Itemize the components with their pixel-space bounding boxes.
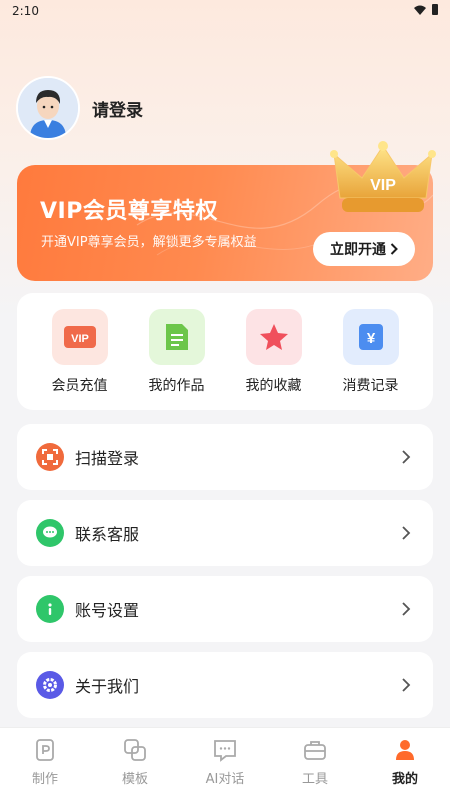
tab-mine[interactable]: 我的 [360,728,450,800]
menu-label: 关于我们 [75,677,140,696]
profile-header[interactable]: 请登录 [16,76,143,140]
toolbox-icon [304,741,326,760]
chevron-right-icon [402,678,411,692]
tab-ai-chat[interactable]: AI对话 [180,728,270,800]
yuan-receipt-icon: ¥ [342,309,399,365]
create-icon [36,739,54,761]
wifi-icon [414,5,426,15]
tab-create[interactable]: 制作 [0,728,90,800]
activate-vip-label: 立即开通 [330,242,386,258]
login-prompt[interactable]: 请登录 [92,96,143,121]
avatar[interactable] [16,76,80,140]
chat-icon [36,519,64,547]
tab-label: AI对话 [205,772,245,787]
menu-item-account-settings[interactable]: 账号设置 [17,576,433,642]
quick-action-spending[interactable]: ¥ 消费记录 [326,293,416,410]
quick-action-my-works[interactable]: 我的作品 [132,293,222,410]
quick-action-favorites[interactable]: 我的收藏 [229,293,319,410]
bottom-tab-bar: 制作 模板 AI对话 工具 我的 [0,727,450,800]
menu-item-scan-login[interactable]: 扫描登录 [17,424,433,490]
vip-subtitle: 开通VIP尊享会员，解锁更多专属权益 [41,235,257,250]
gear-icon [36,671,64,699]
svg-text:¥: ¥ [366,330,375,347]
status-bar: 2:10 [0,0,450,22]
quick-action-vip-recharge[interactable]: VIP 会员充值 [35,293,125,410]
chevron-right-icon [402,526,411,540]
tab-label: 模板 [121,772,148,787]
svg-text:VIP: VIP [71,333,89,345]
status-time: 2:10 [12,4,39,18]
template-icon [124,739,146,761]
menu-label: 扫描登录 [75,449,140,468]
vip-title: VIP会员尊享特权 [40,199,218,224]
quick-action-label: 我的收藏 [245,378,302,394]
tab-label: 工具 [301,772,328,787]
chevron-right-icon [402,602,411,616]
quick-action-label: 消费记录 [342,378,399,394]
profile-icon [396,740,414,760]
chevron-right-icon [402,450,411,464]
battery-icon [432,4,438,15]
crown-badge-text: VIP [370,177,396,194]
menu-item-about-us[interactable]: 关于我们 [17,652,433,718]
ai-chat-icon [214,740,236,762]
avatar-icon [18,78,78,138]
vip-card-icon: VIP [51,309,108,365]
menu-item-customer-service[interactable]: 联系客服 [17,500,433,566]
tab-tools[interactable]: 工具 [270,728,360,800]
menu-label: 联系客服 [75,525,140,544]
status-icons [414,4,438,15]
tab-label: 制作 [31,772,58,787]
scan-icon [36,443,64,471]
chevron-right-icon [390,243,398,255]
star-icon [245,309,302,365]
document-icon [148,309,205,365]
tab-label: 我的 [391,772,418,787]
crown-icon: VIP [330,141,436,212]
quick-actions: VIP 会员充值 我的作品 我的收藏 ¥ 消费记录 [17,293,433,410]
quick-action-label: 会员充值 [51,378,108,394]
activate-vip-button[interactable]: 立即开通 [313,232,415,266]
quick-action-label: 我的作品 [148,378,205,394]
tab-template[interactable]: 模板 [90,728,180,800]
info-icon [36,595,64,623]
menu-label: 账号设置 [75,601,140,620]
